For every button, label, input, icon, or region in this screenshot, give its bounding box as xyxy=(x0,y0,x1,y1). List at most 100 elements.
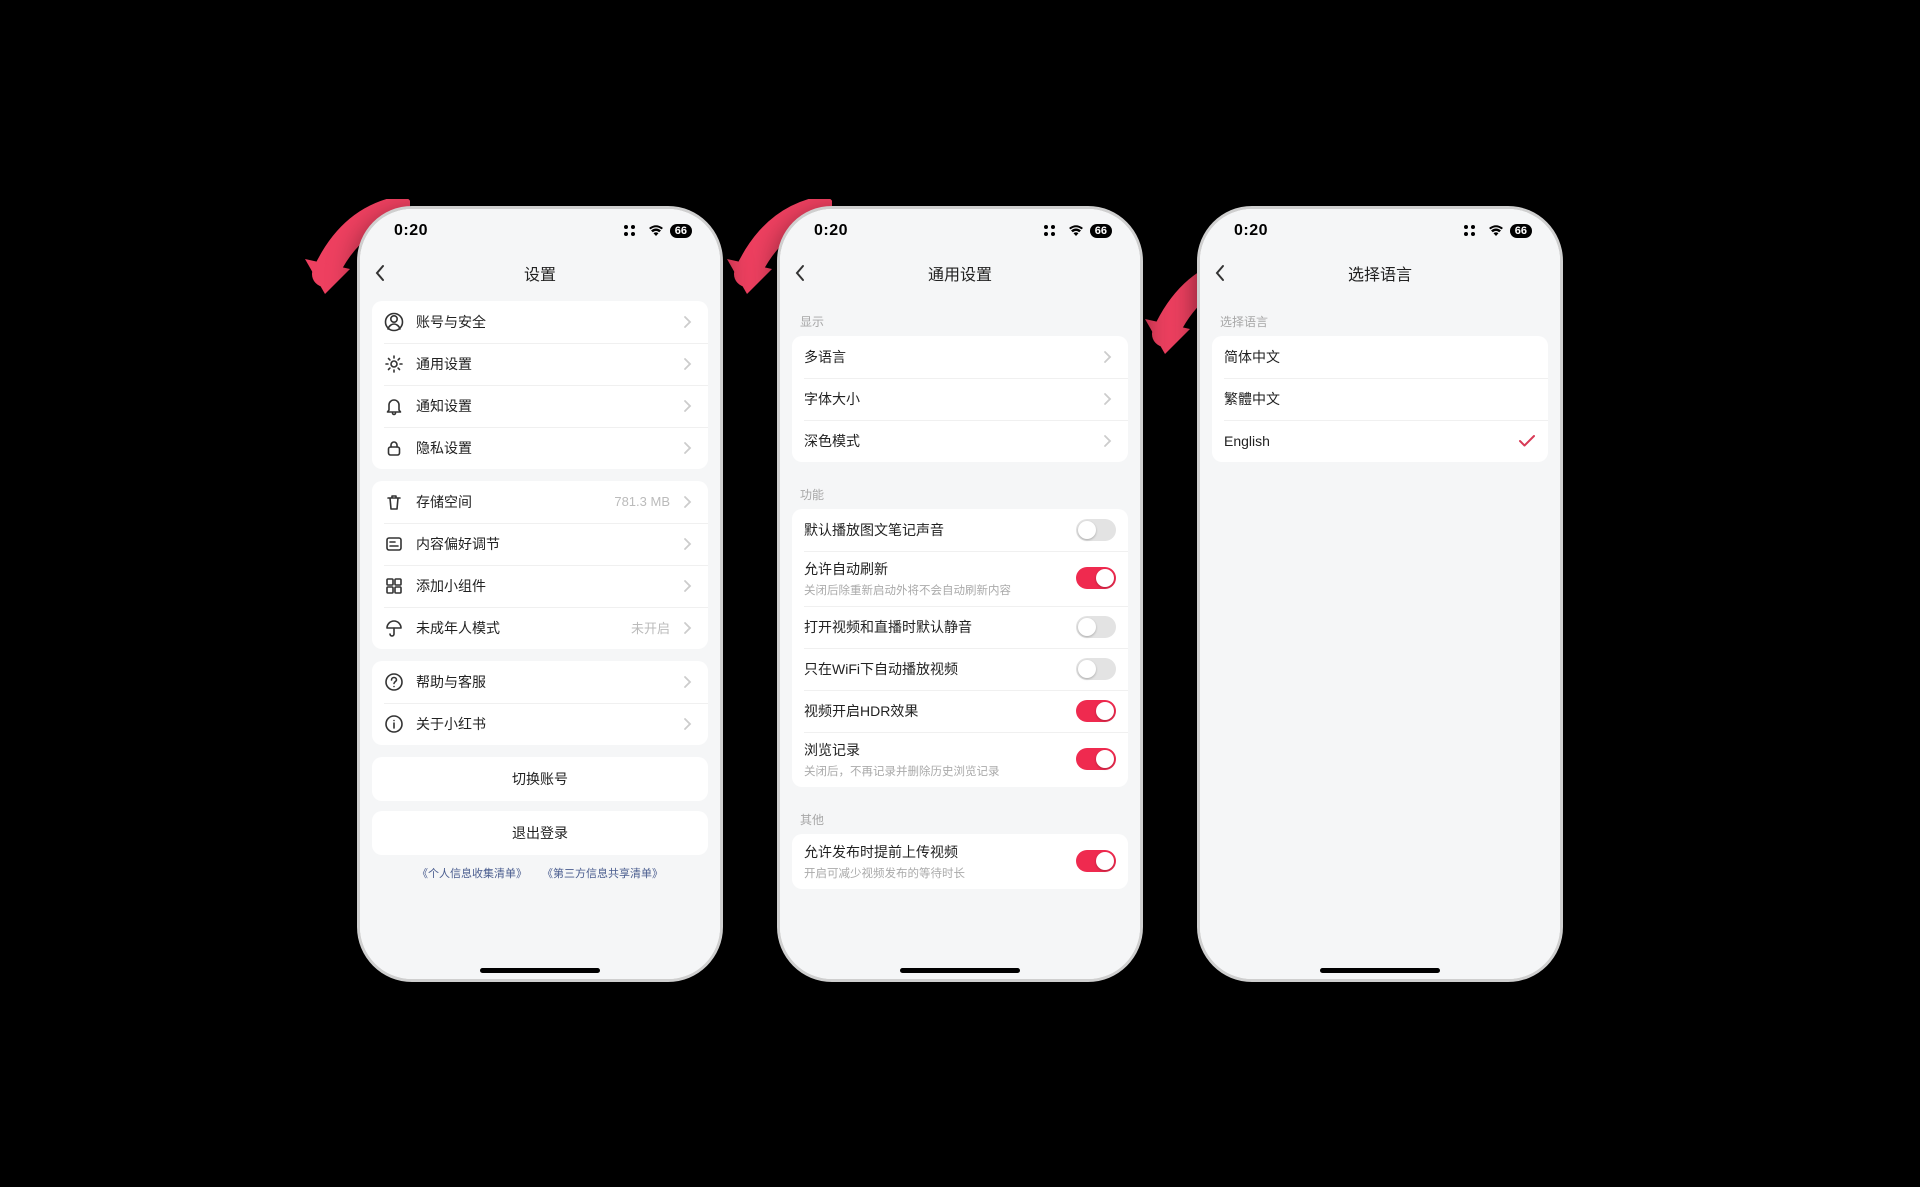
row-sublabel: 关闭后，不再记录并删除历史浏览记录 xyxy=(804,763,1064,779)
status-bar: 0:20 66 xyxy=(780,209,1140,253)
chevron-right-icon xyxy=(682,579,696,593)
language-option-0[interactable]: 简体中文 xyxy=(1212,336,1548,378)
home-indicator[interactable] xyxy=(480,968,600,973)
check-icon xyxy=(1518,434,1536,448)
settings-row3-1[interactable]: 关于小红书 xyxy=(372,703,708,745)
toggle[interactable] xyxy=(1076,658,1116,680)
row-label: 繁體中文 xyxy=(1224,389,1536,409)
sliders-icon xyxy=(384,534,404,554)
footer-links: 《个人信息收集清单》 《第三方信息共享清单》 xyxy=(372,865,708,881)
trash-icon xyxy=(384,492,404,512)
display-row-1[interactable]: 字体大小 xyxy=(792,378,1128,420)
row-label: 关于小红书 xyxy=(416,714,670,734)
home-indicator[interactable] xyxy=(900,968,1020,973)
phone-general-settings: 0:20 66 通用设置 显示 多语言字体大小深色模式 功能 默认播放图文笔记声… xyxy=(780,209,1140,979)
row-label: 打开视频和直播时默认静音 xyxy=(804,617,1064,637)
phone-settings: 0:20 66 设置 账号与安全通用设置通知设置隐私设置 存储空间781.3 M… xyxy=(360,209,720,979)
chevron-right-icon xyxy=(1102,350,1116,364)
back-button[interactable] xyxy=(1214,264,1238,282)
settings-row2-2[interactable]: 添加小组件 xyxy=(372,565,708,607)
cellular-icon xyxy=(624,225,642,237)
chevron-left-icon xyxy=(794,264,806,282)
row-label: 简体中文 xyxy=(1224,347,1536,367)
page-title: 通用设置 xyxy=(818,261,1102,285)
logout-button[interactable]: 退出登录 xyxy=(372,811,708,855)
row-label: 视频开启HDR效果 xyxy=(804,701,1064,721)
settings-row-0[interactable]: 账号与安全 xyxy=(372,301,708,343)
page-title: 设置 xyxy=(398,261,682,285)
settings-row-1[interactable]: 通用设置 xyxy=(372,343,708,385)
other-row-0: 允许发布时提前上传视频开启可减少视频发布的等待时长 xyxy=(792,834,1128,889)
row-label: 深色模式 xyxy=(804,431,1090,451)
toggle[interactable] xyxy=(1076,519,1116,541)
chevron-right-icon xyxy=(682,399,696,413)
umbrella-icon xyxy=(384,618,404,638)
status-bar: 0:20 66 xyxy=(1200,209,1560,253)
cellular-icon xyxy=(1044,225,1062,237)
row-label: English xyxy=(1224,433,1506,449)
toggle[interactable] xyxy=(1076,567,1116,589)
func-row-2: 打开视频和直播时默认静音 xyxy=(792,606,1128,648)
status-time: 0:20 xyxy=(1234,222,1268,240)
settings-row-2[interactable]: 通知设置 xyxy=(372,385,708,427)
privacy-link-2[interactable]: 《第三方信息共享清单》 xyxy=(542,868,663,880)
row-label: 允许自动刷新 xyxy=(804,559,1064,579)
chevron-right-icon xyxy=(682,675,696,689)
chevron-left-icon xyxy=(1214,264,1226,282)
row-label: 浏览记录 xyxy=(804,740,1064,760)
row-label: 默认播放图文笔记声音 xyxy=(804,520,1064,540)
settings-row2-1[interactable]: 内容偏好调节 xyxy=(372,523,708,565)
gear-icon xyxy=(384,354,404,374)
widget-icon xyxy=(384,576,404,596)
toggle[interactable] xyxy=(1076,748,1116,770)
privacy-link-1[interactable]: 《个人信息收集清单》 xyxy=(417,868,527,880)
info-icon xyxy=(384,714,404,734)
battery-icon: 66 xyxy=(670,224,692,238)
status-time: 0:20 xyxy=(814,222,848,240)
chevron-right-icon xyxy=(1102,434,1116,448)
status-bar: 0:20 66 xyxy=(360,209,720,253)
language-option-1[interactable]: 繁體中文 xyxy=(1212,378,1548,420)
settings-row2-3[interactable]: 未成年人模式未开启 xyxy=(372,607,708,649)
func-row-1: 允许自动刷新关闭后除重新启动外将不会自动刷新内容 xyxy=(792,551,1128,606)
chevron-right-icon xyxy=(1102,392,1116,406)
row-label: 允许发布时提前上传视频 xyxy=(804,842,1064,862)
display-row-2[interactable]: 深色模式 xyxy=(792,420,1128,462)
settings-row3-0[interactable]: 帮助与客服 xyxy=(372,661,708,703)
user-icon xyxy=(384,312,404,332)
func-row-3: 只在WiFi下自动播放视频 xyxy=(792,648,1128,690)
wifi-icon xyxy=(648,225,664,237)
lock-icon xyxy=(384,438,404,458)
settings-row2-0[interactable]: 存储空间781.3 MB xyxy=(372,481,708,523)
display-row-0[interactable]: 多语言 xyxy=(792,336,1128,378)
row-label: 内容偏好调节 xyxy=(416,534,670,554)
language-option-2[interactable]: English xyxy=(1212,420,1548,462)
battery-icon: 66 xyxy=(1090,224,1112,238)
status-time: 0:20 xyxy=(394,222,428,240)
battery-icon: 66 xyxy=(1510,224,1532,238)
row-sublabel: 关闭后除重新启动外将不会自动刷新内容 xyxy=(804,582,1064,598)
phone-language: 0:20 66 选择语言 选择语言 简体中文繁體中文English xyxy=(1200,209,1560,979)
settings-row-3[interactable]: 隐私设置 xyxy=(372,427,708,469)
wifi-icon xyxy=(1488,225,1504,237)
wifi-icon xyxy=(1068,225,1084,237)
row-label: 多语言 xyxy=(804,347,1090,367)
toggle[interactable] xyxy=(1076,616,1116,638)
toggle[interactable] xyxy=(1076,700,1116,722)
chevron-right-icon xyxy=(682,495,696,509)
chevron-right-icon xyxy=(682,621,696,635)
title-bar: 设置 xyxy=(360,253,720,293)
row-label: 存储空间 xyxy=(416,492,602,512)
bell-icon xyxy=(384,396,404,416)
chevron-left-icon xyxy=(374,264,386,282)
back-button[interactable] xyxy=(374,264,398,282)
row-label: 字体大小 xyxy=(804,389,1090,409)
back-button[interactable] xyxy=(794,264,818,282)
row-label: 只在WiFi下自动播放视频 xyxy=(804,659,1064,679)
home-indicator[interactable] xyxy=(1320,968,1440,973)
title-bar: 通用设置 xyxy=(780,253,1140,293)
toggle[interactable] xyxy=(1076,850,1116,872)
chevron-right-icon xyxy=(682,357,696,371)
switch-account-button[interactable]: 切换账号 xyxy=(372,757,708,801)
section-function: 功能 xyxy=(792,474,1128,509)
